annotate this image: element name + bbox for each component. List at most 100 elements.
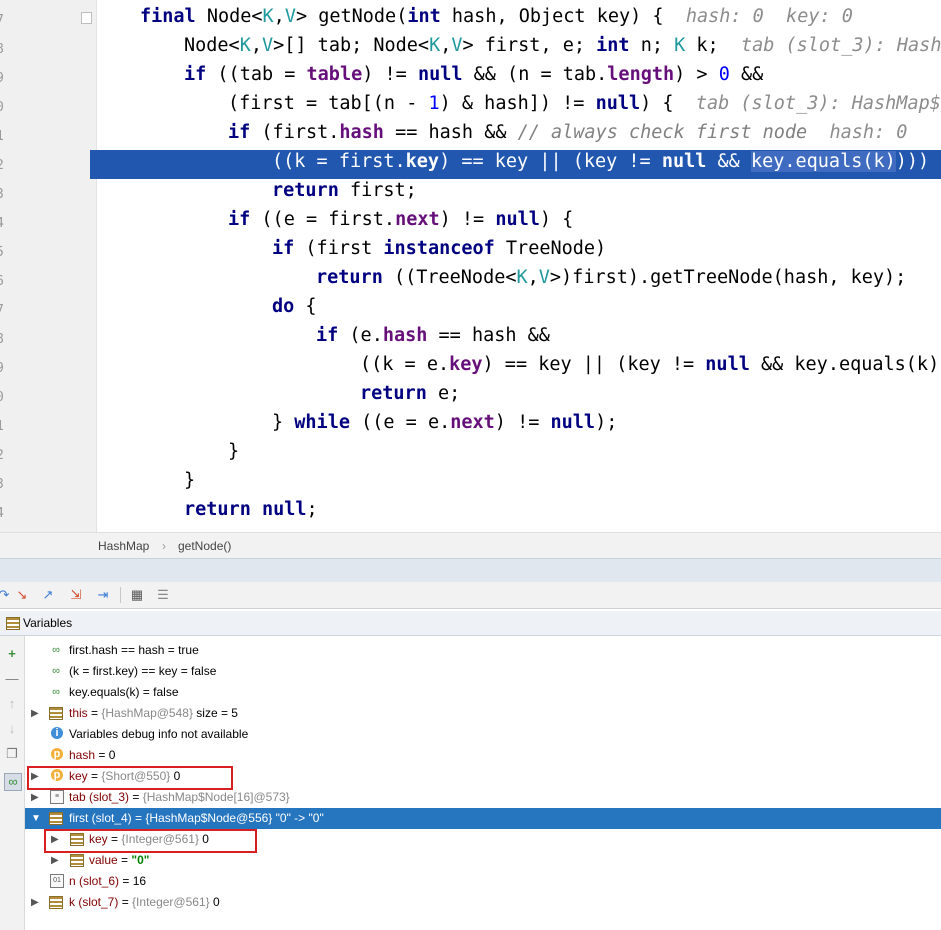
move-down-icon[interactable]: ↓ <box>4 721 20 737</box>
variable-row-k[interactable]: ▶ k (slot_7) = {Integer@561} 0 <box>25 892 941 913</box>
line-number: 5 <box>0 238 10 267</box>
debug-tool-window-header <box>0 558 941 583</box>
info-text: Variables debug info not available <box>69 727 249 741</box>
variable-value: 0 <box>108 748 116 762</box>
code-line: return null; <box>184 499 318 520</box>
expand-arrow-icon[interactable]: ▶ <box>51 850 59 871</box>
variable-row-n[interactable]: 01 n (slot_6) = 16 <box>25 871 941 892</box>
line-number: 4 <box>0 499 10 528</box>
show-watches-icon[interactable]: ∞ <box>4 773 22 791</box>
variables-side-toolbar: + — ↑ ↓ ❐ ∞ <box>0 636 25 930</box>
editor-gutter[interactable]: 789012345678901234 <box>0 0 97 532</box>
code-line: return first; <box>272 180 417 201</box>
evaluate-expression-icon[interactable]: ▦ <box>129 587 145 603</box>
watch-text: first.hash == hash = true <box>69 643 199 657</box>
line-number: 3 <box>0 470 10 499</box>
code-line: do { <box>272 296 317 317</box>
breadcrumb-separator: › <box>162 539 166 553</box>
code-line: if (first instanceof TreeNode) <box>272 238 607 259</box>
line-number: 9 <box>0 354 10 383</box>
line-number: 1 <box>0 412 10 441</box>
code-line: if ((e = first.next) != null) { <box>228 209 574 230</box>
line-number: 2 <box>0 441 10 470</box>
variable-row-first[interactable]: ▼ first (slot_4) = {HashMap$Node@556} "0… <box>25 808 941 829</box>
variable-ref: {HashMap$Node[16]@573} <box>142 790 290 804</box>
annotation-box-key-param <box>27 766 233 790</box>
watch-expression-icon: ∞ <box>52 686 60 698</box>
step-over-icon[interactable]: ↷ <box>0 587 12 603</box>
code-line: ((k = e.key) == key || (key != null && k… <box>360 354 941 375</box>
debugger-toolbar: ↷ ↘ ↗ ⇲ ⇥ ▦ ☰ <box>0 582 941 609</box>
move-up-icon[interactable]: ↑ <box>4 696 20 712</box>
step-out-icon[interactable]: ↗ <box>40 587 56 603</box>
variable-name: tab (slot_3) <box>69 790 130 804</box>
breadcrumb: HashMap › getNode() <box>0 532 941 559</box>
toolbar-divider <box>120 587 121 603</box>
code-line: if (e.hash == hash && <box>316 325 550 346</box>
variable-name: value <box>89 853 118 867</box>
field-icon <box>70 854 84 867</box>
parameter-icon: p <box>51 748 63 760</box>
variable-name: n (slot_6) <box>69 874 120 888</box>
variable-value: 0 <box>212 895 220 909</box>
variable-ref: {HashMap@548} <box>101 706 193 720</box>
fold-marker-icon[interactable] <box>81 12 92 24</box>
copy-icon[interactable]: ❐ <box>4 746 20 762</box>
variable-ref: {Integer@561} <box>132 895 210 909</box>
line-number: 4 <box>0 209 10 238</box>
variable-value: "0" -> "0" <box>275 811 324 825</box>
variable-value: size = 5 <box>192 706 238 720</box>
line-number: 6 <box>0 267 10 296</box>
line-number: 7 <box>0 6 10 35</box>
step-into-icon[interactable]: ↘ <box>14 587 30 603</box>
code-line: final Node<K,V> getNode(int hash, Object… <box>140 6 853 27</box>
variable-value: 16 <box>132 874 147 888</box>
code-line-highlighted: ((k = first.key) == key || (key != null … <box>272 151 930 172</box>
line-number: 3 <box>0 180 10 209</box>
run-to-cursor-icon[interactable]: ⇥ <box>95 587 111 603</box>
line-number: 0 <box>0 93 10 122</box>
variable-name: hash <box>69 748 96 762</box>
code-editor[interactable]: 789012345678901234 final Node<K,V> getNo… <box>0 0 941 532</box>
code-line: return e; <box>360 383 461 404</box>
watch-row[interactable]: ∞ key.equals(k) = false <box>25 682 941 703</box>
info-row: i Variables debug info not available <box>25 724 941 745</box>
variables-panel-title: Variables <box>23 616 73 630</box>
code-line: if ((tab = table) != null && (n = tab.le… <box>184 64 764 85</box>
array-icon: 01 <box>50 874 64 888</box>
line-number: 8 <box>0 35 10 64</box>
variable-row-tab[interactable]: ▶ ≡ tab (slot_3) = {HashMap$Node[16]@573… <box>25 787 941 808</box>
line-number: 1 <box>0 122 10 151</box>
force-step-into-icon[interactable]: ⇲ <box>68 587 84 603</box>
collapse-arrow-icon[interactable]: ▼ <box>31 808 41 829</box>
code-line: } <box>228 441 240 462</box>
line-number: 2 <box>0 151 10 180</box>
field-icon <box>49 896 63 909</box>
code-line: } while ((e = e.next) != null); <box>272 412 618 433</box>
watch-row[interactable]: ∞ first.hash == hash = true <box>25 640 941 661</box>
trace-icon[interactable]: ☰ <box>155 587 171 603</box>
variable-row-this[interactable]: ▶ this = {HashMap@548} size = 5 <box>25 703 941 724</box>
line-number: 7 <box>0 296 10 325</box>
variable-name: k (slot_7) <box>69 895 119 909</box>
breadcrumb-class[interactable]: HashMap <box>98 539 149 553</box>
variable-row-hash[interactable]: p hash = 0 <box>25 745 941 766</box>
variables-panel-header: Variables <box>0 611 941 636</box>
breadcrumb-method[interactable]: getNode() <box>178 539 231 553</box>
new-watch-icon[interactable]: + <box>4 646 20 662</box>
expand-arrow-icon[interactable]: ▶ <box>31 787 39 808</box>
array-icon: ≡ <box>50 790 64 804</box>
variable-name: first (slot_4) <box>69 811 132 825</box>
watch-row[interactable]: ∞ (k = first.key) == key = false <box>25 661 941 682</box>
code-line: if (first.hash == hash && // always chec… <box>228 122 908 143</box>
watch-text: (k = first.key) == key = false <box>69 664 217 678</box>
expand-arrow-icon[interactable]: ▶ <box>31 892 39 913</box>
line-number: 8 <box>0 325 10 354</box>
variable-row-first-value[interactable]: ▶ value = "0" <box>25 850 941 871</box>
watch-expression-icon: ∞ <box>52 644 60 656</box>
remove-watch-icon[interactable]: — <box>4 671 20 687</box>
code-line: (first = tab[(n - 1) & hash]) != null) {… <box>228 93 941 114</box>
expand-arrow-icon[interactable]: ▶ <box>31 703 39 724</box>
code-line: } <box>184 470 196 491</box>
variable-value: "0" <box>131 853 150 867</box>
